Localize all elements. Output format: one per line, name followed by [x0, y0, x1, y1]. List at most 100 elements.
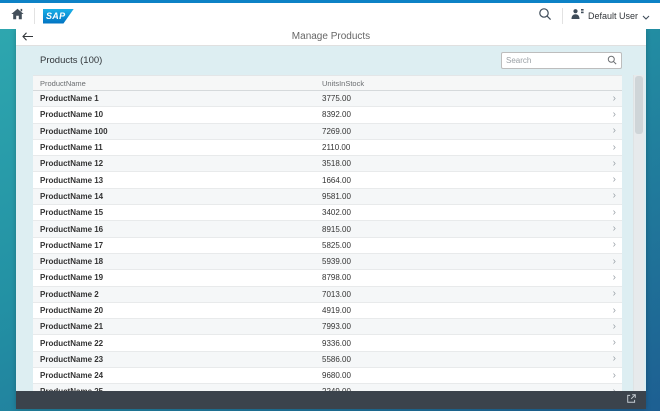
table-row[interactable]: ProductName 23 5586.00 ›	[33, 352, 622, 368]
search-icon	[538, 7, 552, 26]
panel-header: Products (100)	[33, 46, 622, 75]
product-name-cell: ProductName 18	[33, 257, 322, 266]
chevron-right-icon: ›	[613, 354, 622, 364]
shell-search-button[interactable]	[534, 3, 556, 29]
home-button[interactable]	[6, 3, 28, 29]
vertical-scrollbar[interactable]	[633, 75, 644, 391]
units-in-stock-cell: 9336.00	[322, 339, 613, 348]
chevron-right-icon: ›	[613, 94, 622, 104]
share-button[interactable]	[626, 391, 637, 409]
chevron-right-icon: ›	[613, 110, 622, 120]
table-row[interactable]: ProductName 2 7013.00 ›	[33, 287, 622, 303]
units-in-stock-cell: 8798.00	[322, 273, 613, 282]
product-name-cell: ProductName 11	[33, 143, 322, 152]
table-row[interactable]: ProductName 22 9336.00 ›	[33, 335, 622, 351]
table-row[interactable]: ProductName 24 9680.00 ›	[33, 368, 622, 384]
app-window: Manage Products Products (100) ProductNa…	[16, 29, 646, 409]
chevron-down-icon	[642, 7, 650, 25]
chevron-right-icon: ›	[613, 322, 622, 332]
table-row[interactable]: ProductName 17 5825.00 ›	[33, 238, 622, 254]
table-row[interactable]: ProductName 16 8915.00 ›	[33, 221, 622, 237]
units-in-stock-cell: 7993.00	[322, 322, 613, 331]
table-row[interactable]: ProductName 100 7269.00 ›	[33, 124, 622, 140]
table-row[interactable]: ProductName 10 8392.00 ›	[33, 107, 622, 123]
product-name-cell: ProductName 17	[33, 241, 322, 250]
shell-divider	[34, 8, 35, 24]
product-name-cell: ProductName 13	[33, 176, 322, 185]
product-name-cell: ProductName 23	[33, 355, 322, 364]
product-name-cell: ProductName 16	[33, 225, 322, 234]
units-in-stock-cell: 5939.00	[322, 257, 613, 266]
units-in-stock-cell: 3775.00	[322, 94, 613, 103]
chevron-right-icon: ›	[613, 371, 622, 381]
user-icon	[571, 7, 584, 25]
share-icon	[626, 391, 637, 409]
product-name-cell: ProductName 21	[33, 322, 322, 331]
table-row[interactable]: ProductName 1 3775.00 ›	[33, 91, 622, 107]
units-in-stock-cell: 7269.00	[322, 127, 613, 136]
product-name-cell: ProductName 10	[33, 110, 322, 119]
chevron-right-icon: ›	[613, 257, 622, 267]
units-in-stock-cell: 4919.00	[322, 306, 613, 315]
product-name-cell: ProductName 1	[33, 94, 322, 103]
table-row[interactable]: ProductName 13 1664.00 ›	[33, 172, 622, 188]
product-name-cell: ProductName 20	[33, 306, 322, 315]
table-row[interactable]: ProductName 11 2110.00 ›	[33, 140, 622, 156]
back-button[interactable]	[22, 29, 34, 45]
search-icon[interactable]	[607, 52, 617, 70]
user-name-label: Default User	[588, 11, 638, 21]
units-in-stock-cell: 2249.00	[322, 387, 613, 391]
table-row[interactable]: ProductName 20 4919.00 ›	[33, 303, 622, 319]
arrow-left-icon	[22, 28, 34, 46]
products-search-field[interactable]	[501, 52, 622, 69]
chevron-right-icon: ›	[613, 338, 622, 348]
chevron-right-icon: ›	[613, 126, 622, 136]
page-title: Manage Products	[16, 29, 646, 45]
column-header-productname: ProductName	[33, 79, 322, 88]
shell-bar: SAP Default User	[0, 0, 660, 29]
units-in-stock-cell: 2110.00	[322, 143, 613, 152]
sap-logo: SAP	[43, 9, 74, 24]
product-name-cell: ProductName 24	[33, 371, 322, 380]
units-in-stock-cell: 1664.00	[322, 176, 613, 185]
units-in-stock-cell: 3402.00	[322, 208, 613, 217]
product-name-cell: ProductName 25	[33, 387, 322, 391]
table-header-row: ProductName UnitsInStock	[33, 75, 622, 91]
table-row[interactable]: ProductName 18 5939.00 ›	[33, 254, 622, 270]
chevron-right-icon: ›	[613, 208, 622, 218]
footer-bar	[16, 391, 646, 409]
units-in-stock-cell: 7013.00	[322, 290, 613, 299]
chevron-right-icon: ›	[613, 175, 622, 185]
table-row[interactable]: ProductName 25 2249.00 ›	[33, 384, 622, 391]
table-row[interactable]: ProductName 15 3402.00 ›	[33, 205, 622, 221]
chevron-right-icon: ›	[613, 224, 622, 234]
chevron-right-icon: ›	[613, 191, 622, 201]
product-name-cell: ProductName 15	[33, 208, 322, 217]
chevron-right-icon: ›	[613, 240, 622, 250]
chevron-right-icon: ›	[613, 306, 622, 316]
units-in-stock-cell: 3518.00	[322, 159, 613, 168]
search-input[interactable]	[506, 56, 607, 65]
product-name-cell: ProductName 12	[33, 159, 322, 168]
product-name-cell: ProductName 2	[33, 290, 322, 299]
table-row[interactable]: ProductName 21 7993.00 ›	[33, 319, 622, 335]
scrollbar-thumb[interactable]	[635, 76, 643, 134]
table-row[interactable]: ProductName 12 3518.00 ›	[33, 156, 622, 172]
product-name-cell: ProductName 14	[33, 192, 322, 201]
chevron-right-icon: ›	[613, 273, 622, 283]
units-in-stock-cell: 8915.00	[322, 225, 613, 234]
products-count-title: Products (100)	[40, 55, 102, 66]
column-header-unitsinstock: UnitsInStock	[322, 79, 622, 88]
units-in-stock-cell: 9680.00	[322, 371, 613, 380]
table-row[interactable]: ProductName 14 9581.00 ›	[33, 189, 622, 205]
chevron-right-icon: ›	[613, 289, 622, 299]
user-menu[interactable]: Default User	[569, 3, 652, 29]
app-content: Products (100) ProductName UnitsInStock …	[16, 46, 646, 391]
chevron-right-icon: ›	[613, 143, 622, 153]
chevron-right-icon: ›	[613, 387, 622, 391]
product-name-cell: ProductName 100	[33, 127, 322, 136]
units-in-stock-cell: 9581.00	[322, 192, 613, 201]
home-icon	[11, 7, 24, 25]
table-row[interactable]: ProductName 19 8798.00 ›	[33, 270, 622, 286]
products-table: ProductName UnitsInStock ProductName 1 3…	[33, 75, 622, 391]
